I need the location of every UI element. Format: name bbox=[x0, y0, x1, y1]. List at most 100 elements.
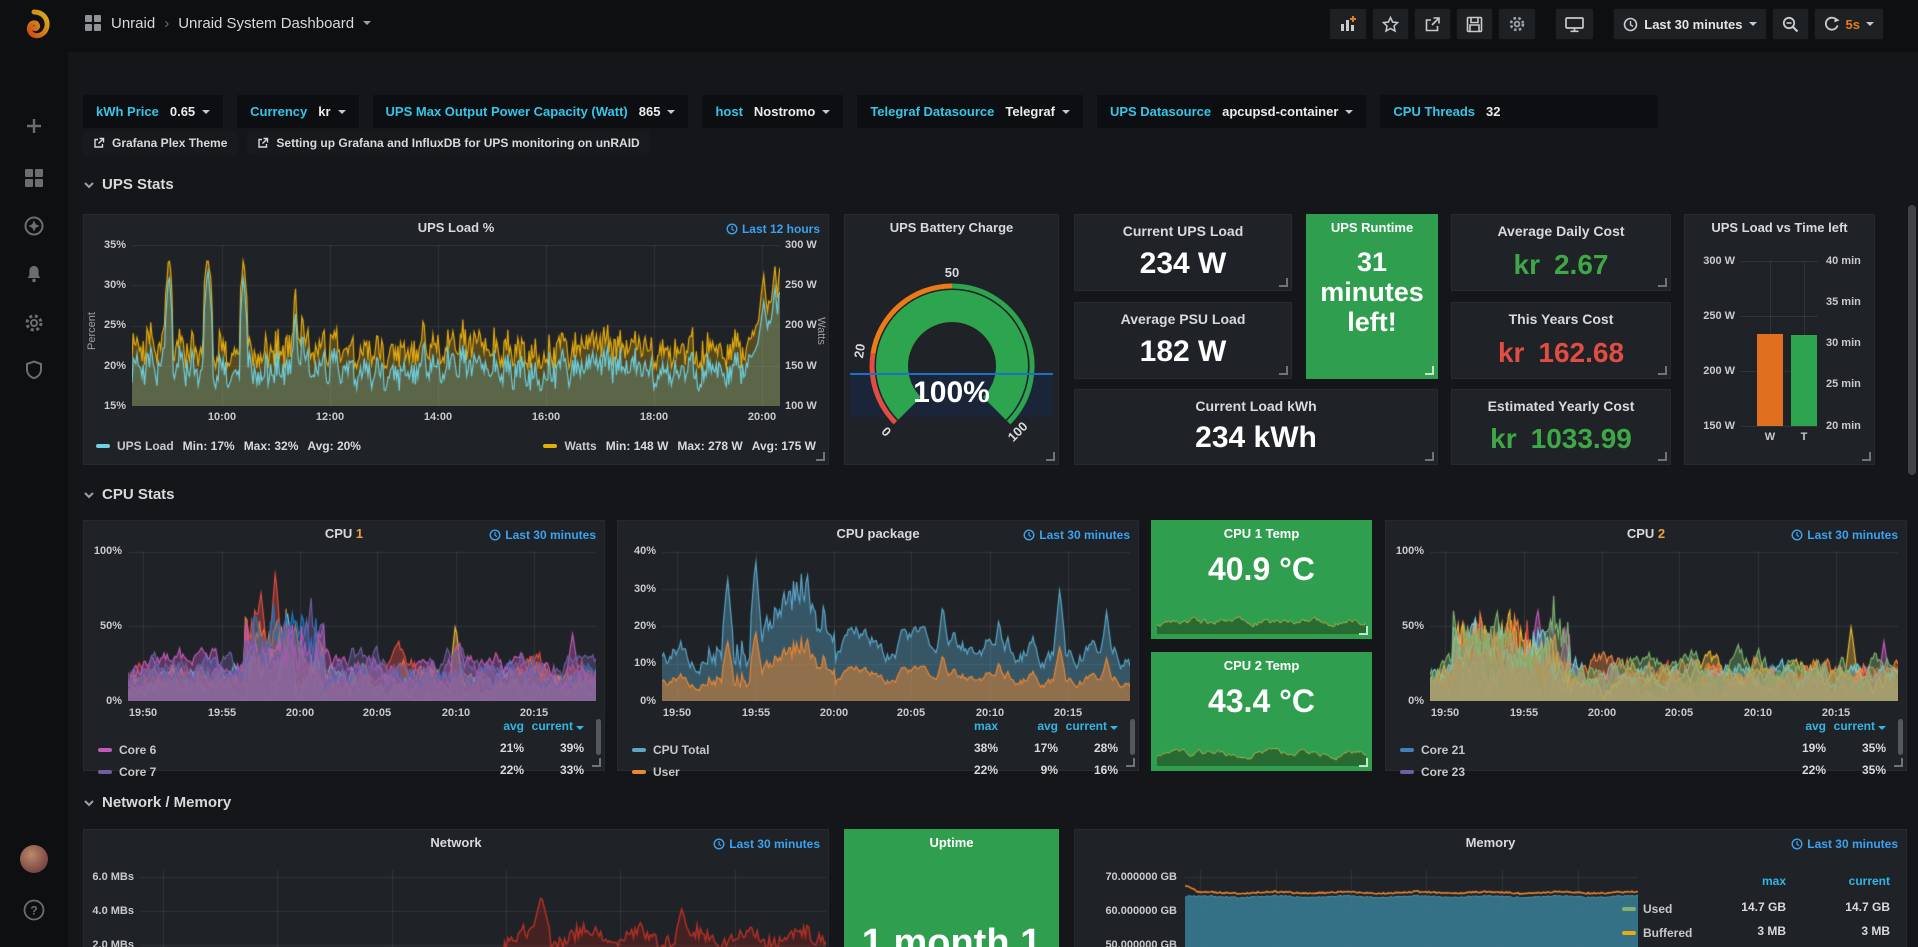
legend-sort-avg[interactable]: avg bbox=[464, 719, 524, 733]
legend-series-name[interactable]: Watts bbox=[564, 439, 596, 453]
legend-sort-current[interactable]: current bbox=[1826, 719, 1886, 733]
legend-scrollbar[interactable] bbox=[596, 719, 601, 755]
panel-resize-handle[interactable] bbox=[1126, 758, 1135, 767]
dashboard-link-grafana-plex-theme[interactable]: Grafana Plex Theme bbox=[83, 131, 237, 155]
dashboards-icon[interactable] bbox=[24, 168, 44, 188]
breadcrumb-dashboard-title[interactable]: Unraid System Dashboard bbox=[178, 15, 354, 32]
ups-load-chart[interactable] bbox=[132, 245, 780, 406]
star-dashboard-button[interactable] bbox=[1372, 8, 1409, 40]
alerting-icon[interactable] bbox=[24, 264, 44, 284]
legend-series-name[interactable]: CPU Total bbox=[653, 743, 709, 757]
variable-value-dropdown[interactable]: kr bbox=[318, 104, 345, 119]
variable-value-dropdown[interactable]: Telegraf bbox=[1005, 104, 1070, 119]
legend-series-name[interactable]: Buffered bbox=[1643, 926, 1692, 940]
panel-resize-handle[interactable] bbox=[1279, 278, 1288, 287]
legend-series-name[interactable]: Core 6 bbox=[119, 743, 156, 757]
row-header-ups-stats[interactable]: UPS Stats bbox=[83, 176, 174, 193]
cpu2-chart[interactable] bbox=[1430, 551, 1898, 701]
panel-resize-handle[interactable] bbox=[1046, 452, 1055, 461]
panel-title[interactable]: UPS Battery Charge bbox=[853, 220, 1050, 235]
legend-series-name[interactable]: User bbox=[653, 765, 680, 779]
zoom-out-time-button[interactable] bbox=[1772, 8, 1809, 40]
server-admin-icon[interactable] bbox=[24, 360, 44, 380]
stat-title[interactable]: Estimated Yearly Cost bbox=[1452, 398, 1670, 414]
panel-resize-handle[interactable] bbox=[1894, 758, 1903, 767]
panel-time-range-link[interactable]: Last 30 minutes bbox=[713, 837, 820, 851]
panel-time-range-link[interactable]: Last 30 minutes bbox=[1791, 837, 1898, 851]
stat-title[interactable]: Current UPS Load bbox=[1075, 223, 1291, 239]
stat-title[interactable]: Uptime bbox=[875, 835, 1028, 850]
panel-title[interactable]: UPS Load vs Time left bbox=[1689, 220, 1870, 235]
panel-time-range-link[interactable]: Last 30 minutes bbox=[489, 528, 596, 542]
stat-title[interactable]: CPU 1 Temp bbox=[1182, 526, 1341, 541]
variable-value-dropdown[interactable]: apcupsd-container bbox=[1222, 104, 1353, 119]
variable-value-dropdown[interactable]: 865 bbox=[639, 104, 676, 119]
legend-series-name[interactable]: Core 7 bbox=[119, 765, 156, 779]
help-icon[interactable]: ? bbox=[22, 898, 46, 922]
explore-icon[interactable] bbox=[23, 215, 45, 237]
grafana-logo[interactable] bbox=[15, 8, 53, 46]
panel-resize-handle[interactable] bbox=[1658, 278, 1667, 287]
variable-value-dropdown[interactable]: Nostromo bbox=[754, 104, 830, 119]
stat-title[interactable]: This Years Cost bbox=[1452, 311, 1670, 327]
panel-resize-handle[interactable] bbox=[816, 452, 825, 461]
dashboard-title-caret[interactable] bbox=[363, 21, 371, 25]
legend-series-name[interactable]: UPS Load bbox=[117, 439, 174, 453]
dashboard-link-grafana-influxdb-ups[interactable]: Setting up Grafana and InfluxDB for UPS … bbox=[247, 131, 649, 155]
cpu1-chart[interactable] bbox=[128, 551, 596, 701]
network-chart[interactable] bbox=[140, 870, 826, 947]
legend-scrollbar[interactable] bbox=[1898, 719, 1903, 755]
breadcrumb-section[interactable]: Unraid bbox=[111, 15, 155, 32]
panel-resize-handle[interactable] bbox=[1425, 366, 1434, 375]
panel-title[interactable]: Network bbox=[114, 835, 798, 850]
cpu-package-chart[interactable] bbox=[662, 551, 1130, 701]
panel-resize-handle[interactable] bbox=[1862, 452, 1871, 461]
legend-sort-current[interactable]: current bbox=[1830, 874, 1890, 888]
legend-scrollbar[interactable] bbox=[1130, 719, 1135, 755]
share-dashboard-button[interactable] bbox=[1414, 8, 1451, 40]
cycle-view-mode-button[interactable] bbox=[1555, 8, 1594, 40]
legend-sort-avg[interactable]: avg bbox=[998, 719, 1058, 733]
row-header-cpu-stats[interactable]: CPU Stats bbox=[83, 486, 175, 503]
legend-series-name[interactable]: Core 21 bbox=[1421, 743, 1465, 757]
panel-resize-handle[interactable] bbox=[592, 758, 601, 767]
configuration-icon[interactable] bbox=[23, 312, 45, 334]
panel-resize-handle[interactable] bbox=[1279, 366, 1288, 375]
user-avatar[interactable] bbox=[19, 844, 49, 874]
panel-title[interactable]: UPS Load % bbox=[114, 220, 798, 235]
memory-chart[interactable] bbox=[1185, 870, 1638, 947]
stat-title[interactable]: CPU 2 Temp bbox=[1182, 658, 1341, 673]
bar-time-left[interactable] bbox=[1791, 335, 1817, 426]
stat-title[interactable]: UPS Runtime bbox=[1311, 220, 1433, 235]
legend-series-name[interactable]: Used bbox=[1643, 902, 1672, 916]
panel-resize-handle[interactable] bbox=[1359, 758, 1368, 767]
panel-resize-handle[interactable] bbox=[1425, 452, 1434, 461]
legend-sort-max[interactable]: max bbox=[1726, 874, 1786, 888]
panel-resize-handle[interactable] bbox=[1658, 366, 1667, 375]
dashboard-settings-button[interactable] bbox=[1498, 8, 1536, 40]
stat-title[interactable]: Average Daily Cost bbox=[1452, 223, 1670, 239]
save-dashboard-button[interactable] bbox=[1456, 8, 1493, 40]
time-range-picker[interactable]: Last 30 minutes bbox=[1613, 8, 1766, 40]
variable-value-input[interactable]: 32 bbox=[1486, 104, 1500, 119]
apps-grid-icon[interactable] bbox=[84, 14, 102, 32]
panel-time-range-link[interactable]: Last 30 minutes bbox=[1023, 528, 1130, 542]
page-scrollbar[interactable] bbox=[1908, 205, 1916, 475]
panel-time-range-link[interactable]: Last 30 minutes bbox=[1791, 528, 1898, 542]
variable-value-dropdown[interactable]: 0.65 bbox=[170, 104, 210, 119]
row-header-network-memory[interactable]: Network / Memory bbox=[83, 794, 231, 811]
legend-sort-avg[interactable]: avg bbox=[1766, 719, 1826, 733]
refresh-button[interactable]: 5s bbox=[1814, 8, 1884, 40]
panel-resize-handle[interactable] bbox=[1359, 626, 1368, 635]
add-panel-button[interactable] bbox=[1329, 8, 1367, 40]
stat-title[interactable]: Average PSU Load bbox=[1075, 311, 1291, 327]
stat-title[interactable]: Current Load kWh bbox=[1075, 398, 1437, 414]
bar-watts[interactable] bbox=[1757, 334, 1783, 426]
legend-sort-max[interactable]: max bbox=[938, 719, 998, 733]
legend-sort-current[interactable]: current bbox=[1058, 719, 1118, 733]
panel-resize-handle[interactable] bbox=[1658, 452, 1667, 461]
create-icon[interactable] bbox=[24, 116, 44, 136]
legend-series-name[interactable]: Core 23 bbox=[1421, 765, 1465, 779]
panel-time-range-link[interactable]: Last 12 hours bbox=[726, 222, 820, 236]
panel-title[interactable]: Memory bbox=[1105, 835, 1876, 850]
